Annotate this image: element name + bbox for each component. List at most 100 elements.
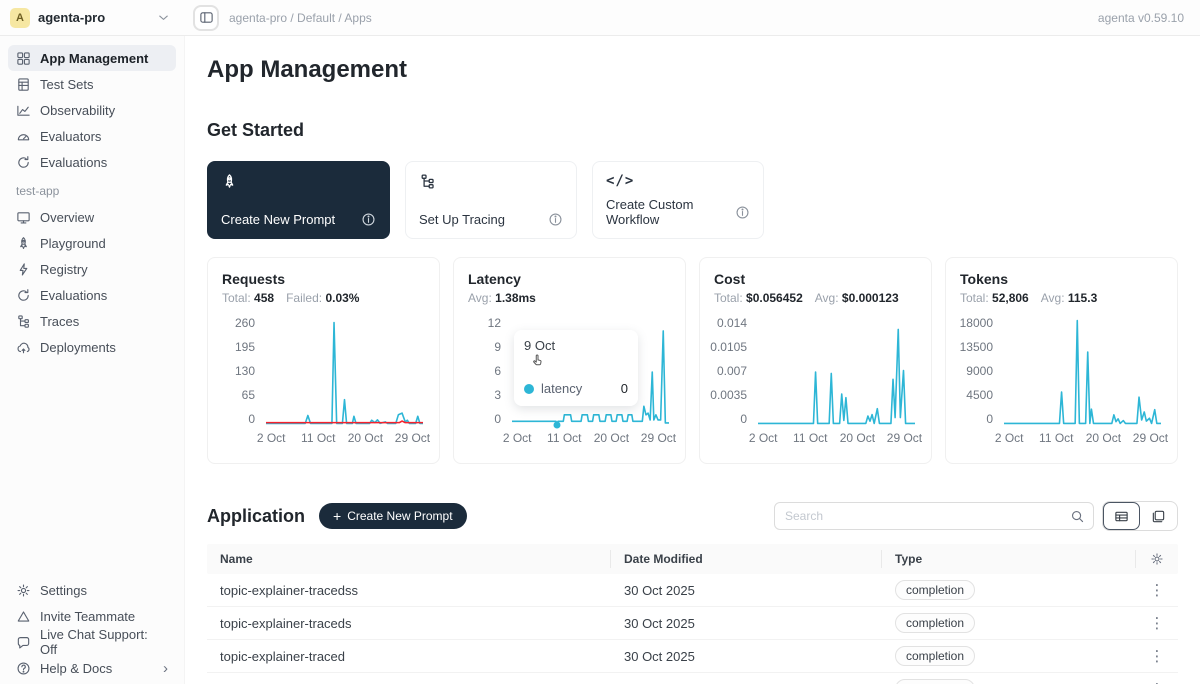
chart-stats: Avg: 1.38ms (468, 291, 671, 305)
chart-title: Latency (468, 271, 671, 287)
sidebar-item-label: Registry (40, 262, 88, 277)
table-view-button[interactable] (1103, 502, 1140, 530)
chart-plot[interactable] (1004, 319, 1161, 425)
card-label: Create New Prompt (221, 212, 335, 227)
sidebar-item-invite-teammate[interactable]: Invite Teammate (8, 603, 176, 629)
chart-plot[interactable] (266, 319, 423, 425)
requests-chart[interactable]: 260195130650 2 Oct11 Oct20 Oct29 Oct (222, 317, 425, 447)
row-menu-icon[interactable]: ⋮ (1150, 616, 1165, 631)
search-input[interactable] (785, 509, 1070, 523)
sidebar-item-traces[interactable]: Traces (8, 308, 176, 334)
table-row[interactable]: topic-explainer-tracedss 30 Oct 2025 com… (207, 574, 1178, 607)
application-toolbar: Application + Create New Prompt (207, 501, 1178, 531)
sidebar-item-label: App Management (40, 51, 148, 66)
app-name[interactable]: topic-explainer-traceds (207, 616, 611, 631)
sidebar-item-evaluators[interactable]: Evaluators (8, 123, 176, 149)
sidebar-item-label: Evaluations (40, 155, 107, 170)
column-header-name[interactable]: Name (207, 550, 611, 568)
get-started-cards: Create New Prompt Set Up Tracing </> Cre… (207, 161, 1178, 239)
latency-chart-card: Latency Avg: 1.38ms 129630 2 Oct11 Oct20… (453, 257, 686, 464)
x-axis-ticks: 2 Oct11 Oct20 Oct29 Oct (1004, 431, 1161, 445)
chart-stats: Total: 52,806Avg: 115.3 (960, 291, 1163, 305)
app-name[interactable]: topic-explainer-traced (207, 649, 611, 664)
create-new-prompt-card[interactable]: Create New Prompt (207, 161, 390, 239)
chart-stats: Total: $0.056452Avg: $0.000123 (714, 291, 917, 305)
sidebar-item-test-sets[interactable]: Test Sets (8, 71, 176, 97)
chevron-down-icon (156, 10, 171, 25)
chart-plot[interactable] (758, 319, 915, 425)
sidebar-item-overview[interactable]: Overview (8, 204, 176, 230)
column-settings-gear-icon[interactable] (1150, 552, 1164, 566)
sidebar-item-label: Settings (40, 583, 87, 598)
chart-title: Cost (714, 271, 917, 287)
info-icon[interactable] (361, 212, 376, 227)
search-icon[interactable] (1070, 509, 1085, 524)
tokens-chart[interactable]: 1800013500900045000 2 Oct11 Oct20 Oct29 … (960, 317, 1163, 447)
table-row[interactable]: topic-explainer-traced 30 Oct 2025 compl… (207, 640, 1178, 673)
sidebar-item-live-chat-support[interactable]: Live Chat Support: Off (8, 629, 176, 655)
requests-chart-card: Requests Total: 458Failed: 0.03% 2601951… (207, 257, 440, 464)
table-row[interactable]: career-assessment 27 Oct 2025 completion… (207, 673, 1178, 684)
y-axis-ticks: 1800013500900045000 (960, 317, 1000, 425)
search-box[interactable] (774, 502, 1094, 530)
sidebar-item-deployments[interactable]: Deployments (8, 334, 176, 360)
chart-title: Tokens (960, 271, 1163, 287)
cost-chart-card: Cost Total: $0.056452Avg: $0.000123 0.01… (699, 257, 932, 464)
y-axis-ticks: 260195130650 (222, 317, 262, 425)
sidebar-toggle-button[interactable] (193, 5, 219, 31)
info-icon[interactable] (735, 205, 750, 220)
x-axis-ticks: 2 Oct11 Oct20 Oct29 Oct (512, 431, 669, 445)
metrics-charts: Requests Total: 458Failed: 0.03% 2601951… (207, 257, 1178, 464)
refresh-icon (16, 155, 31, 170)
sidebar-item-app-management[interactable]: App Management (8, 45, 176, 71)
sidebar-item-label: Observability (40, 103, 115, 118)
workspace-avatar: A (10, 8, 30, 28)
sidebar-item-label: Help & Docs (40, 661, 112, 676)
sidebar-item-evaluations[interactable]: Evaluations (8, 149, 176, 175)
chart-title: Requests (222, 271, 425, 287)
view-toggle-group (1102, 501, 1178, 531)
create-custom-workflow-card[interactable]: </> Create Custom Workflow (592, 161, 764, 239)
table-row[interactable]: topic-explainer-traceds 30 Oct 2025 comp… (207, 607, 1178, 640)
row-menu-icon[interactable]: ⋮ (1150, 649, 1165, 664)
sidebar-footer: Settings Invite Teammate Live Chat Suppo… (0, 577, 184, 681)
sidebar-section-label: test-app (0, 175, 184, 204)
sidebar-item-app-evaluations[interactable]: Evaluations (8, 282, 176, 308)
info-icon[interactable] (548, 212, 563, 227)
line-chart-icon (16, 103, 31, 118)
row-menu-icon[interactable]: ⋮ (1150, 583, 1165, 598)
column-header-type[interactable]: Type (882, 550, 1136, 568)
sidebar-item-label: Overview (40, 210, 94, 225)
app-name[interactable]: topic-explainer-tracedss (207, 583, 611, 598)
sidebar-item-help-docs[interactable]: Help & Docs › (8, 655, 176, 681)
table-view-icon (1114, 509, 1129, 524)
tooltip-date: 9 Oct (524, 338, 628, 353)
sidebar-item-settings[interactable]: Settings (8, 577, 176, 603)
sidebar-item-registry[interactable]: Registry (8, 256, 176, 282)
lightning-icon (16, 262, 31, 277)
column-header-date-modified[interactable]: Date Modified (611, 550, 882, 568)
set-up-tracing-card[interactable]: Set Up Tracing (405, 161, 577, 239)
sidebar-item-observability[interactable]: Observability (8, 97, 176, 123)
cursor-hand-icon (530, 353, 545, 368)
panel-toggle-icon (199, 10, 214, 25)
refresh-icon (16, 288, 31, 303)
type-badge: completion (895, 646, 975, 666)
table-header: Name Date Modified Type (207, 544, 1178, 574)
cost-chart[interactable]: 0.0140.01050.0070.00350 2 Oct11 Oct20 Oc… (714, 317, 917, 447)
card-label: Create Custom Workflow (606, 197, 735, 227)
sidebar-item-label: Evaluations (40, 288, 107, 303)
create-new-prompt-button[interactable]: + Create New Prompt (319, 503, 467, 529)
breadcrumb[interactable]: agenta-pro / Default / Apps (229, 11, 372, 25)
chevron-right-icon: › (163, 661, 168, 676)
workspace-switcher[interactable]: A agenta-pro (0, 8, 185, 28)
applications-table: Name Date Modified Type topic-explainer-… (207, 544, 1178, 684)
sidebar-item-playground[interactable]: Playground (8, 230, 176, 256)
sidebar-item-label: Test Sets (40, 77, 93, 92)
sidebar-item-label: Playground (40, 236, 106, 251)
rocket-icon (16, 236, 31, 251)
card-view-button[interactable] (1140, 502, 1177, 530)
help-circle-icon (16, 661, 31, 676)
type-badge: completion (895, 580, 975, 600)
table-icon (16, 77, 31, 92)
